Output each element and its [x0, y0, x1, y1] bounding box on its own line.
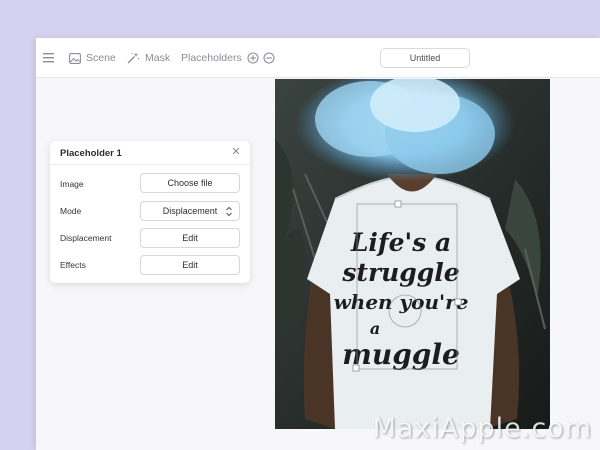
shirt-text-line-5: muggle — [342, 338, 460, 371]
canvas-area: Life's a struggle when you're a muggle P… — [36, 79, 600, 450]
placeholder-panel: Placeholder 1 ✕ Image Choose file Mode D… — [50, 141, 250, 283]
panel-title: Placeholder 1 — [60, 148, 122, 159]
displacement-label: Displacement — [60, 233, 112, 243]
placeholders-label: Placeholders — [181, 52, 242, 64]
menu-button[interactable] — [43, 38, 55, 78]
shirt-text-line-4: a — [370, 319, 380, 338]
close-icon[interactable]: ✕ — [230, 146, 242, 158]
mode-select-value: Displacement — [162, 206, 218, 216]
mode-label: Mode — [60, 206, 82, 216]
effects-label: Effects — [60, 260, 86, 270]
scene-label: Scene — [86, 52, 116, 64]
mask-button[interactable]: Mask — [127, 38, 170, 78]
choose-file-button[interactable]: Choose file — [140, 173, 240, 193]
placeholders-group: Placeholders — [181, 38, 275, 78]
image-icon — [69, 52, 81, 64]
magic-wand-icon — [127, 52, 140, 64]
document-title-field[interactable]: Untitled — [380, 48, 470, 68]
watermark: MaxiApple.com — [372, 413, 592, 444]
mode-select[interactable]: Displacement — [140, 201, 240, 221]
chevron-up-down-icon — [226, 206, 232, 217]
image-label: Image — [60, 179, 84, 189]
shirt-text-line-2: struggle — [341, 258, 459, 287]
panel-header: Placeholder 1 ✕ — [50, 141, 250, 165]
scene-photo[interactable]: Life's a struggle when you're a muggle — [275, 79, 550, 429]
remove-circle-icon[interactable] — [263, 52, 275, 64]
shirt-text-line-1: Life's a — [350, 228, 451, 257]
mask-label: Mask — [145, 52, 171, 64]
shirt-text-line-3: when you're — [334, 290, 469, 314]
add-circle-icon[interactable] — [247, 52, 259, 64]
photo-illustration: Life's a struggle when you're a muggle — [275, 79, 550, 429]
effects-edit-button[interactable]: Edit — [140, 255, 240, 275]
displacement-edit-button[interactable]: Edit — [140, 228, 240, 248]
hamburger-menu-icon — [43, 53, 54, 63]
app-window: Scene Mask Placeholders Untitled Life's … — [36, 38, 600, 450]
toolbar: Scene Mask Placeholders Untitled — [36, 38, 600, 78]
scene-button[interactable]: Scene — [69, 38, 116, 78]
